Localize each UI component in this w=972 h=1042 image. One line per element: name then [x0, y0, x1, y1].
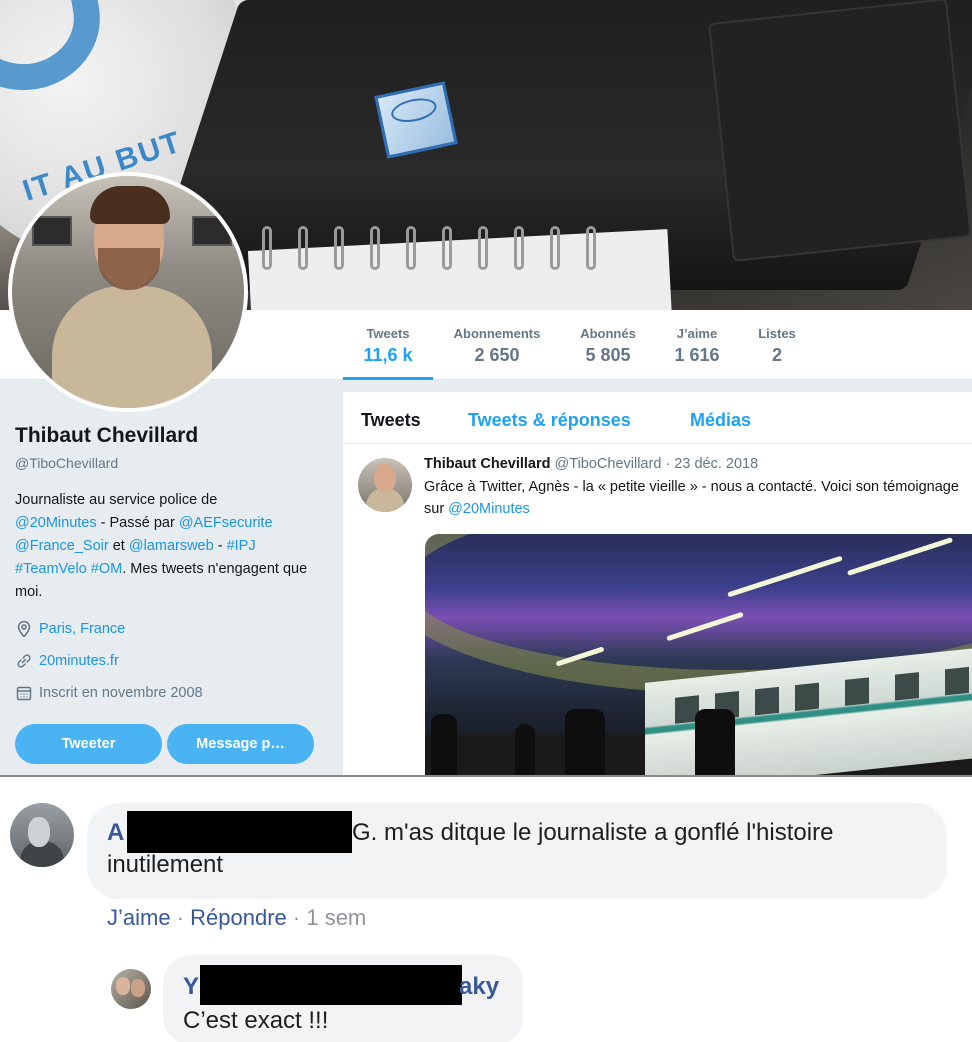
- tab-media[interactable]: Médias: [690, 410, 751, 431]
- bio-text: - Passé par: [96, 515, 179, 531]
- profile-joined: Inscrit en novembre 2008: [15, 684, 203, 702]
- comment-actions: J’aime · Répondre · 1 sem: [107, 905, 366, 931]
- stat-label: Tweets: [366, 326, 410, 341]
- commenter-avatar[interactable]: [10, 803, 74, 867]
- stat-label: Listes: [758, 326, 796, 341]
- comment-text-continued: inutilement: [107, 851, 224, 878]
- separator: ·: [286, 905, 307, 930]
- bio-hashtag-om[interactable]: #OM: [91, 561, 122, 577]
- location-text[interactable]: Paris, France: [39, 621, 125, 637]
- stat-label: Abonnements: [453, 326, 541, 341]
- stat-lists[interactable]: Listes 2: [746, 326, 808, 366]
- tweet-author-name[interactable]: Thibaut Chevillard: [424, 456, 551, 472]
- stat-likes[interactable]: J’aime 1 616: [662, 326, 732, 366]
- bio-mention-20minutes[interactable]: @20Minutes: [15, 515, 97, 531]
- tweet-header: Thibaut Chevillard @TiboChevillard · 23 …: [424, 456, 758, 472]
- tweet-author-handle[interactable]: @TiboChevillard: [555, 456, 662, 472]
- commenter-name[interactable]: A: [107, 819, 124, 847]
- bio-text: -: [213, 538, 227, 554]
- stat-value: 5 805: [585, 345, 631, 365]
- joined-text: Inscrit en novembre 2008: [39, 685, 203, 701]
- facebook-comments-screenshot: A G. m'as ditque le journaliste a gonflé…: [0, 777, 972, 1042]
- stat-following[interactable]: Abonnements 2 650: [445, 326, 549, 366]
- twitter-profile-screenshot: IT AU BUT Tweets 11,6 k Abonnements 2 65…: [0, 0, 972, 776]
- screenshot-composite: IT AU BUT Tweets 11,6 k Abonnements 2 65…: [0, 0, 972, 1042]
- stat-value: 11,6 k: [363, 345, 413, 365]
- tab-divider: [343, 443, 972, 444]
- bio-hashtag-ipj[interactable]: #IPJ: [227, 538, 256, 554]
- comment-bubble: A G. m'as ditque le journaliste a gonflé…: [87, 803, 947, 899]
- reply-author-name-end[interactable]: aky: [459, 973, 499, 1001]
- comment-time[interactable]: 1 sem: [306, 905, 366, 930]
- tweet-mention[interactable]: @20Minutes: [448, 501, 530, 517]
- profile-timeline: Tweets Tweets & réponses Médias Thibaut …: [343, 392, 972, 776]
- redaction-bar: [200, 965, 462, 1005]
- tweet-date[interactable]: · 23 déc. 2018: [661, 456, 758, 472]
- tab-tweets-replies[interactable]: Tweets & réponses: [468, 410, 631, 431]
- reply-author-name[interactable]: Y: [183, 973, 199, 1001]
- bio-mention-lamarsweb[interactable]: @lamarsweb: [129, 538, 214, 554]
- comment-text: G. m'as ditque le journaliste a gonflé l…: [352, 819, 834, 846]
- bio-text: Journaliste au service police de: [15, 492, 218, 508]
- active-stat-indicator: [343, 377, 433, 380]
- redaction-bar: [127, 811, 352, 853]
- stat-followers[interactable]: Abonnés 5 805: [568, 326, 648, 366]
- profile-bio: Journaliste au service police de @20Minu…: [15, 489, 335, 604]
- like-link[interactable]: J’aime: [107, 905, 171, 930]
- profile-avatar[interactable]: [8, 172, 248, 412]
- tweet-text: Grâce à Twitter, Agnès - la « petite vie…: [424, 476, 964, 520]
- bio-text: et: [108, 538, 129, 554]
- location-pin-icon: [17, 620, 31, 638]
- tweet-author-avatar[interactable]: [358, 458, 412, 512]
- tweeter-button[interactable]: Tweeter: [15, 724, 162, 764]
- reply-link[interactable]: Répondre: [190, 905, 287, 930]
- stat-value: 2 650: [474, 345, 520, 365]
- stat-value: 2: [771, 345, 782, 365]
- stat-value: 1 616: [674, 345, 720, 365]
- reply-bubble: Y aky C’est exact !!!: [163, 955, 523, 1042]
- message-button[interactable]: Message p…: [167, 724, 314, 764]
- profile-website: 20minutes.fr: [15, 652, 119, 670]
- tweet-media-metro-photo[interactable]: [425, 534, 972, 776]
- bio-mention-aefsecurite[interactable]: @AEFsecurite: [179, 515, 273, 531]
- stat-label: Abonnés: [580, 326, 636, 341]
- bio-hashtag-teamvelo[interactable]: #TeamVelo: [15, 561, 87, 577]
- reply-avatar[interactable]: [111, 969, 151, 1009]
- separator: ·: [170, 905, 191, 930]
- bio-mention-france-soir[interactable]: @France_Soir: [15, 538, 109, 554]
- stat-tweets[interactable]: Tweets 11,6 k: [343, 326, 433, 366]
- stat-label: J’aime: [676, 326, 718, 341]
- tab-tweets[interactable]: Tweets: [361, 410, 421, 431]
- profile-name[interactable]: Thibaut Chevillard: [15, 424, 198, 448]
- reply-text: C’est exact !!!: [183, 1007, 329, 1034]
- calendar-icon: [16, 686, 32, 701]
- link-icon: [17, 654, 31, 668]
- profile-handle[interactable]: @TiboChevillard: [15, 455, 118, 471]
- profile-location: Paris, France: [15, 620, 125, 638]
- website-link[interactable]: 20minutes.fr: [39, 653, 119, 669]
